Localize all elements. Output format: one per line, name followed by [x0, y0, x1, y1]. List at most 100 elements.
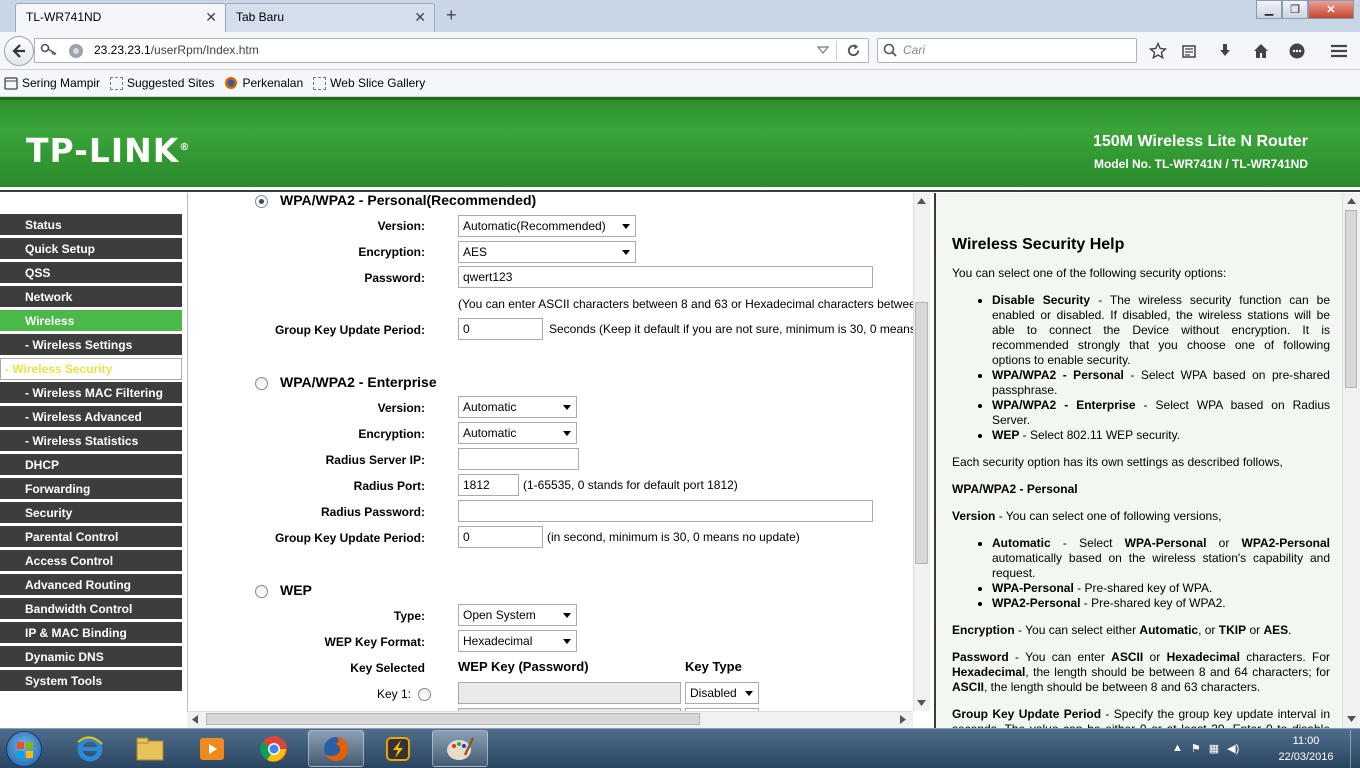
menu-hamburger-icon[interactable]	[1328, 40, 1350, 62]
help-encryption: Encryption - You can select either Autom…	[952, 623, 1292, 637]
winamp-icon[interactable]	[370, 730, 426, 767]
radio-wep[interactable]	[255, 585, 268, 598]
menu-qss[interactable]: QSS	[0, 262, 182, 284]
window-close-icon[interactable]: ✕	[1308, 0, 1354, 19]
bookmark-star-icon[interactable]	[1147, 40, 1169, 62]
home-icon[interactable]	[1250, 40, 1272, 62]
url-path: /userRpm/Index.htm	[150, 43, 259, 57]
file-explorer-icon[interactable]	[122, 730, 178, 767]
download-icon[interactable]	[1214, 40, 1236, 62]
search-placeholder: Cari	[903, 43, 926, 57]
form-horizontal-scroll-thumb[interactable]	[206, 713, 700, 725]
volume-icon[interactable]: ◀)	[1227, 742, 1239, 755]
bookmark-suggested-sites[interactable]: Suggested Sites	[110, 76, 214, 90]
radius-port-field[interactable]: 1812	[458, 474, 519, 496]
scroll-up-icon[interactable]	[917, 198, 926, 204]
radio-key1[interactable]	[418, 688, 431, 701]
form-vertical-scroll-thumb[interactable]	[915, 302, 928, 564]
back-arrow-icon	[12, 44, 25, 58]
menu-dynamic-dns[interactable]: Dynamic DNS	[0, 646, 182, 668]
maximize-icon[interactable]: ❐	[1282, 0, 1308, 19]
reload-icon[interactable]	[846, 43, 861, 58]
internet-explorer-icon[interactable]	[62, 730, 118, 767]
system-tray: ▲ ⚑ ▦ ◀)	[1172, 742, 1239, 755]
bookmark-web-slice-gallery[interactable]: Web Slice Gallery	[313, 76, 425, 90]
new-tab-plus-icon[interactable]: +	[446, 5, 457, 26]
menu-forwarding[interactable]: Forwarding	[0, 478, 182, 500]
media-player-icon[interactable]	[184, 730, 240, 767]
radio-wpa-personal[interactable]	[255, 195, 268, 208]
menu-status[interactable]: Status	[0, 214, 182, 236]
select-wep-key-format[interactable]: Hexadecimal	[458, 630, 577, 652]
show-desktop-button[interactable]	[1350, 730, 1360, 768]
column-wep-key: WEP Key (Password)	[458, 659, 589, 674]
menu-dhcp[interactable]: DHCP	[0, 454, 182, 476]
chrome-icon[interactable]	[246, 730, 302, 767]
taskbar-clock[interactable]: 11:00 22/03/2016	[1272, 733, 1340, 765]
tray-expand-icon[interactable]: ▲	[1172, 742, 1183, 755]
menu-network[interactable]: Network	[0, 286, 182, 308]
dropdown-history-icon[interactable]	[817, 45, 829, 55]
scroll-left-icon[interactable]	[192, 715, 198, 724]
reading-list-icon[interactable]	[1178, 40, 1200, 62]
menu-wireless-settings[interactable]: - Wireless Settings	[0, 334, 182, 356]
minimize-icon[interactable]: ▁	[1256, 0, 1282, 19]
scroll-down-icon[interactable]	[1347, 716, 1356, 722]
list-item: WPA/WPA2 - Personal - Select WPA based o…	[992, 368, 1330, 398]
menu-bandwidth-control[interactable]: Bandwidth Control	[0, 598, 182, 620]
start-windows-icon[interactable]	[6, 731, 42, 767]
network-icon[interactable]: ▦	[1209, 742, 1219, 755]
bookmark-sering-mampir[interactable]: Sering Mampir	[4, 76, 100, 90]
tp-link-logo: TP-LINK®	[26, 131, 191, 170]
chevron-down-icon	[563, 613, 571, 618]
globe-icon[interactable]	[68, 43, 84, 59]
menu-wireless-advanced[interactable]: - Wireless Advanced	[0, 406, 182, 428]
menu-wireless-statistics[interactable]: - Wireless Statistics	[0, 430, 182, 452]
close-icon[interactable]: ✕	[205, 9, 217, 26]
menu-quick-setup[interactable]: Quick Setup	[0, 238, 182, 260]
key-icon[interactable]	[40, 42, 58, 58]
menu-wireless-security[interactable]: - Wireless Security	[0, 358, 182, 380]
tab-tl-wr741nd[interactable]: TL-WR741ND ✕	[15, 3, 226, 32]
list-item: Disable Security - The wireless security…	[992, 293, 1330, 368]
tab-tab-baru[interactable]: Tab Baru ✕	[225, 3, 435, 32]
menu-system-tools[interactable]: System Tools	[0, 670, 182, 692]
menu-wireless-mac-filtering[interactable]: - Wireless MAC Filtering	[0, 382, 182, 404]
scroll-right-icon[interactable]	[900, 715, 906, 724]
radio-wpa-enterprise[interactable]	[255, 377, 268, 390]
scroll-up-icon[interactable]	[1347, 198, 1356, 204]
radius-password-field[interactable]	[458, 500, 873, 522]
url-text[interactable]: 23.23.23.1/userRpm/Index.htm	[94, 43, 259, 57]
chevron-down-icon	[622, 250, 630, 255]
bookmark-perkenalan[interactable]: Perkenalan	[224, 76, 303, 90]
firefox-taskbar-icon[interactable]	[308, 730, 364, 767]
paint-icon[interactable]	[432, 730, 488, 767]
group-key-update-field[interactable]: 0	[458, 318, 543, 340]
help-version: Version - You can select one of followin…	[952, 509, 1222, 523]
banner-divider	[0, 187, 1360, 192]
menu-security[interactable]: Security	[0, 502, 182, 524]
select-key1-type[interactable]: Disabled	[685, 682, 759, 704]
menu-parental-control[interactable]: Parental Control	[0, 526, 182, 548]
radius-server-ip-field[interactable]	[458, 448, 579, 470]
password-field[interactable]: qwert123	[458, 266, 873, 288]
scroll-down-icon[interactable]	[917, 700, 926, 706]
select-ent-encryption[interactable]: Automatic	[458, 422, 577, 444]
list-item: WPA2-Personal - Pre-shared key of WPA2.	[992, 596, 1330, 611]
menu-access-control[interactable]: Access Control	[0, 550, 182, 572]
select-ent-version[interactable]: Automatic	[458, 396, 577, 418]
ent-group-key-update-field[interactable]: 0	[458, 526, 543, 548]
help-title: Wireless Security Help	[952, 236, 1125, 253]
select-version[interactable]: Automatic(Recommended)	[458, 215, 636, 237]
menu-ip-mac-binding[interactable]: IP & MAC Binding	[0, 622, 182, 644]
help-vertical-scroll-thumb[interactable]	[1345, 210, 1357, 388]
select-wep-type[interactable]: Open System	[458, 604, 577, 626]
close-icon[interactable]: ✕	[414, 9, 426, 26]
back-button[interactable]	[4, 36, 34, 66]
key1-field[interactable]	[458, 682, 681, 704]
flag-icon[interactable]: ⚑	[1191, 742, 1201, 755]
select-encryption[interactable]: AES	[458, 241, 636, 263]
chat-icon[interactable]	[1286, 40, 1308, 62]
menu-advanced-routing[interactable]: Advanced Routing	[0, 574, 182, 596]
menu-wireless[interactable]: Wireless	[0, 310, 182, 332]
